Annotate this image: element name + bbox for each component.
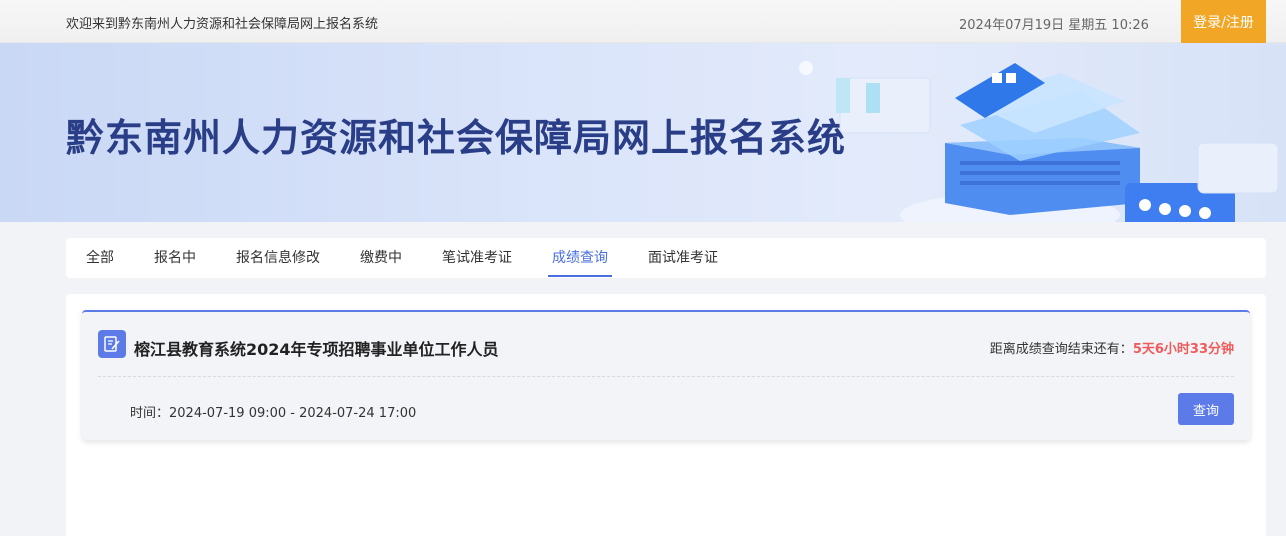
exam-time: 时间：2024-07-19 09:00 - 2024-07-24 17:00 — [130, 402, 416, 421]
time-label: 时间： — [130, 406, 170, 421]
countdown-value: 5天6小时33分钟 — [1132, 342, 1234, 357]
login-register-button[interactable]: 登录/注册 — [1181, 0, 1266, 43]
site-title: 黔东南州人力资源和社会保障局网上报名系统 — [66, 116, 847, 160]
exam-title: 榕江县教育系统2024年专项招聘事业单位工作人员 — [134, 340, 499, 359]
card-divider — [98, 376, 1234, 377]
countdown-label: 距离成绩查询结束还有： — [989, 342, 1133, 357]
banner-illustration-icon — [799, 61, 1279, 222]
document-edit-icon — [98, 330, 126, 358]
tab-all[interactable]: 全部 — [86, 238, 114, 278]
header-banner: 黔东南州人力资源和社会保障局网上报名系统 — [0, 43, 1286, 222]
tab-written-exam-ticket[interactable]: 笔试准考证 — [442, 238, 512, 278]
exam-card: 榕江县教育系统2024年专项招聘事业单位工作人员 距离成绩查询结束还有：5天6小… — [82, 310, 1250, 440]
welcome-text: 欢迎来到黔东南州人力资源和社会保障局网上报名系统 — [66, 17, 379, 32]
current-datetime: 2024年07月19日 星期五 10:26 — [959, 18, 1149, 33]
time-value: 2024-07-19 09:00 - 2024-07-24 17:00 — [169, 406, 417, 421]
content-panel: 榕江县教育系统2024年专项招聘事业单位工作人员 距离成绩查询结束还有：5天6小… — [66, 294, 1266, 536]
top-bar: 欢迎来到黔东南州人力资源和社会保障局网上报名系统 2024年07月19日 星期五… — [0, 0, 1286, 43]
tab-payment[interactable]: 缴费中 — [360, 238, 402, 278]
tab-registering[interactable]: 报名中 — [154, 238, 196, 278]
countdown: 距离成绩查询结束还有：5天6小时33分钟 — [990, 338, 1234, 357]
tab-score-query[interactable]: 成绩查询 — [548, 238, 612, 278]
status-tabs: 全部 报名中 报名信息修改 缴费中 笔试准考证 成绩查询 面试准考证 — [66, 238, 1266, 278]
query-button[interactable]: 查询 — [1178, 393, 1234, 425]
tab-registration-edit[interactable]: 报名信息修改 — [236, 238, 320, 278]
tab-interview-ticket[interactable]: 面试准考证 — [648, 238, 718, 278]
